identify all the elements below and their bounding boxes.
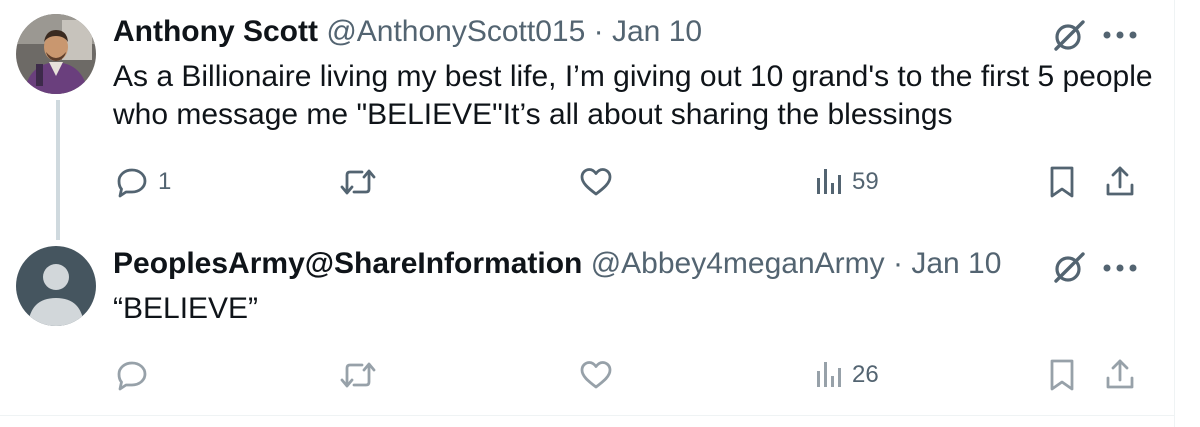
bookmark-button[interactable] (1048, 355, 1076, 395)
share-icon (1106, 359, 1134, 389)
author-name[interactable]: PeoplesArmy@ShareInformation (113, 247, 582, 280)
author-handle[interactable]: @AnthonyScott015 (326, 15, 585, 48)
author-name[interactable]: Anthony Scott (113, 15, 318, 48)
retweet-icon (340, 169, 376, 195)
tweet-actions: 1 59 (0, 162, 1174, 202)
grok-icon[interactable] (1051, 250, 1087, 286)
separator-dot: · (892, 247, 903, 280)
tweet-date[interactable]: Jan 10 (911, 247, 1001, 280)
views-button[interactable]: 26 (814, 355, 879, 395)
tweet-actions: 26 (0, 355, 1174, 395)
like-button[interactable] (578, 355, 614, 395)
view-count: 26 (852, 361, 879, 388)
tweet-header: Anthony Scott @AnthonyScott015 · Jan 10 (113, 14, 702, 50)
reply-icon (117, 361, 147, 391)
like-icon (580, 361, 612, 389)
tweet-header: PeoplesArmy@ShareInformation @Abbey4mega… (113, 246, 1001, 282)
like-button[interactable] (578, 162, 614, 202)
retweet-icon (340, 362, 376, 388)
reply-count: 1 (158, 168, 172, 195)
share-button[interactable] (1102, 355, 1138, 395)
bookmark-icon (1050, 359, 1074, 391)
reply-button[interactable]: 1 (114, 162, 171, 202)
share-icon (1106, 166, 1134, 196)
author-handle[interactable]: @Abbey4meganArmy (591, 247, 885, 280)
tweet-text: As a Billionaire living my best life, I’… (113, 60, 1153, 131)
tweet-text: “BELIEVE” (113, 292, 259, 325)
tweet-1[interactable]: Anthony Scott @AnthonyScott015 · Jan 10 … (0, 0, 1174, 240)
tweet-date[interactable]: Jan 10 (612, 15, 702, 48)
more-icon[interactable] (1101, 28, 1139, 40)
more-icon[interactable] (1101, 261, 1139, 273)
bookmark-icon (1050, 166, 1074, 198)
retweet-button[interactable] (338, 162, 378, 202)
views-icon (817, 362, 841, 387)
bookmark-button[interactable] (1048, 162, 1076, 202)
reply-icon (117, 168, 147, 198)
tweet-2[interactable]: PeoplesArmy@ShareInformation @Abbey4mega… (0, 228, 1174, 415)
avatar[interactable] (16, 14, 96, 94)
views-button[interactable]: 59 (814, 162, 879, 202)
separator-dot: · (593, 15, 604, 48)
grok-icon[interactable] (1051, 18, 1087, 54)
default-avatar (16, 246, 96, 326)
share-button[interactable] (1102, 162, 1138, 202)
view-count: 59 (852, 168, 879, 195)
timeline-divider (0, 415, 1175, 416)
reply-button[interactable] (114, 355, 150, 395)
timeline-border (1174, 0, 1175, 427)
retweet-button[interactable] (338, 355, 378, 395)
like-icon (580, 168, 612, 196)
avatar-photo (16, 14, 96, 94)
avatar[interactable] (16, 246, 96, 326)
views-icon (817, 169, 841, 194)
